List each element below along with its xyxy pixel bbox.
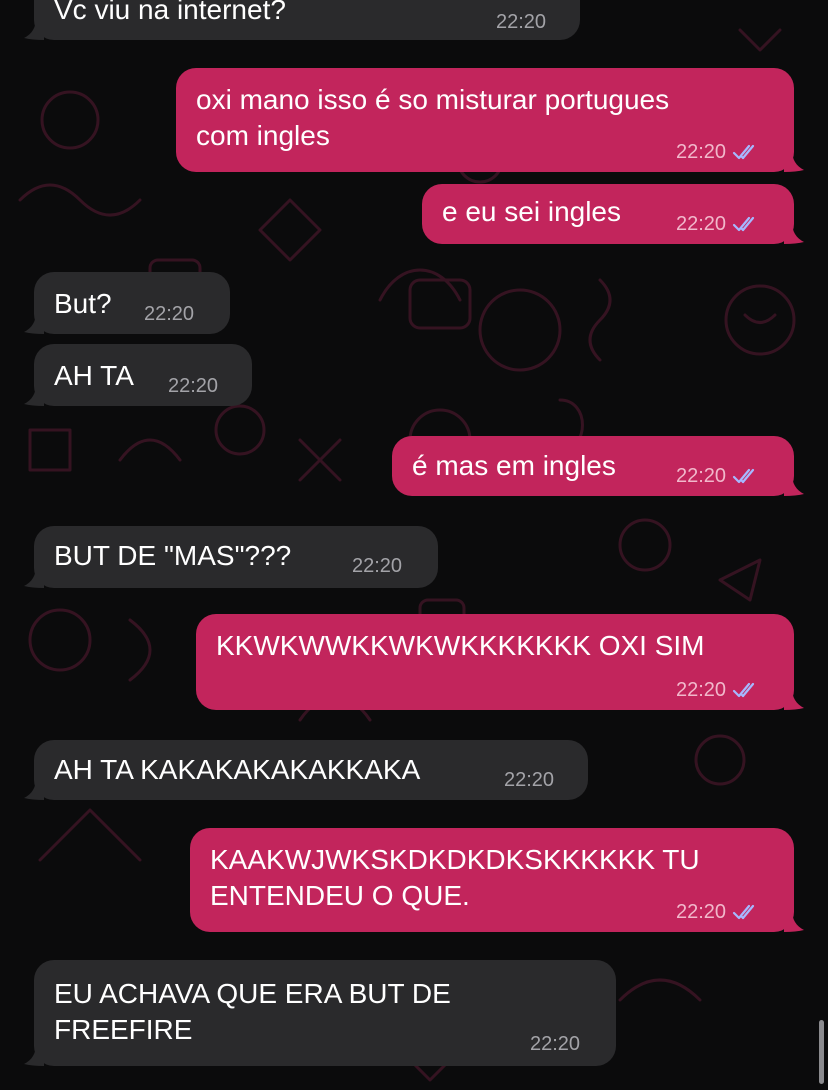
message-text-line: Vc viu na internet? [54, 0, 286, 25]
message-text-line: com ingles [196, 120, 330, 151]
message-meta: 22:20 [352, 554, 402, 578]
bubble-tail [784, 688, 804, 710]
bubble-tail [24, 1044, 44, 1066]
message-text: Vc viu na internet? [54, 0, 286, 28]
incoming-message-bubble[interactable]: AH TA 22:20 [24, 344, 252, 406]
message-timestamp: 22:20 [676, 901, 727, 923]
message-text: KAAKWJWKSKDKDKDKSKKKKKK TU ENTENDEU O QUE… [210, 842, 700, 914]
message-text: AH TA [54, 358, 134, 394]
scrollbar[interactable] [819, 1020, 824, 1084]
chat-view[interactable]: Vc viu na internet? 22:20 oxi mano isso é … [0, 0, 828, 1090]
message-meta: 22:20 [496, 10, 546, 34]
message-meta: 22:20 [676, 140, 760, 164]
bubble-tail [24, 384, 44, 406]
bubble-tail [784, 910, 804, 932]
outgoing-message-bubble[interactable]: e eu sei ingles 22:20 [422, 184, 804, 244]
message-text-line: e eu sei ingles [442, 196, 622, 227]
message-text-line: AH TA [54, 360, 134, 391]
message-text-line: BUT DE "MAS"??? [54, 540, 292, 571]
incoming-message-bubble[interactable]: EU ACHAVA QUE ERA BUT DE FREEFIRE 22:20 [24, 960, 616, 1066]
message-text-line: KKWKWWKKWKWKKKKKKK OXI SIM [216, 630, 705, 661]
bubble-tail [784, 474, 804, 496]
outgoing-message-bubble[interactable]: KKWKWWKKWKWKKKKKKK OXI SIM 22:20 [196, 614, 804, 710]
double-check-icon [732, 682, 755, 698]
message-text-line: ENTENDEU O QUE. [210, 880, 470, 911]
message-meta: 22:20 [504, 768, 554, 792]
bubble-tail [784, 150, 804, 172]
message-text: oxi mano isso é so misturar portugues com… [196, 82, 669, 154]
message-text: EU ACHAVA QUE ERA BUT DE FREEFIRE [54, 976, 451, 1048]
outgoing-message-bubble[interactable]: é mas em ingles 22:20 [392, 436, 804, 496]
message-timestamp: 22:20 [168, 375, 219, 397]
message-text-line: EU ACHAVA QUE ERA BUT DE [54, 978, 451, 1009]
bubble-tail [784, 222, 804, 244]
outgoing-message-bubble[interactable]: oxi mano isso é so misturar portugues com… [176, 68, 804, 172]
message-timestamp: 22:20 [676, 679, 727, 701]
message-text-line: é mas em ingles [412, 450, 616, 481]
message-meta: 22:20 [676, 678, 760, 702]
message-text: AH TA KAKAKAKAKAKKAKA [54, 752, 420, 788]
double-check-icon [732, 144, 755, 160]
message-timestamp: 22:20 [504, 769, 555, 791]
incoming-message-bubble[interactable]: BUT DE "MAS"??? 22:20 [24, 526, 438, 588]
message-meta: 22:20 [676, 900, 760, 924]
bubble-tail [24, 312, 44, 334]
message-meta: 22:20 [530, 1032, 580, 1056]
message-text: KKWKWWKKWKWKKKKKKK OXI SIM [216, 628, 705, 664]
message-text: But? [54, 286, 112, 322]
message-meta: 22:20 [144, 302, 194, 326]
double-check-icon [732, 216, 755, 232]
incoming-message-bubble[interactable]: But? 22:20 [24, 272, 230, 334]
bubble-tail [24, 18, 44, 40]
outgoing-message-bubble[interactable]: KAAKWJWKSKDKDKDKSKKKKKK TU ENTENDEU O QUE… [190, 828, 804, 932]
bubble-tail [24, 566, 44, 588]
double-check-icon [732, 468, 755, 484]
message-meta: 22:20 [168, 374, 218, 398]
message-timestamp: 22:20 [352, 555, 403, 577]
message-text-line: KAAKWJWKSKDKDKDKSKKKKKK TU [210, 844, 700, 875]
bubble-tail [24, 778, 44, 800]
message-timestamp: 22:20 [676, 213, 727, 235]
message-text-line: FREEFIRE [54, 1014, 193, 1045]
incoming-message-bubble[interactable]: AH TA KAKAKAKAKAKKAKA 22:20 [24, 740, 588, 800]
message-meta: 22:20 [676, 464, 760, 488]
message-timestamp: 22:20 [530, 1033, 581, 1055]
message-meta: 22:20 [676, 212, 760, 236]
double-check-icon [732, 904, 755, 920]
message-timestamp: 22:20 [676, 141, 727, 163]
message-timestamp: 22:20 [496, 11, 547, 33]
message-timestamp: 22:20 [144, 303, 195, 325]
incoming-message-bubble[interactable]: Vc viu na internet? 22:20 [24, 0, 580, 40]
message-text-line: oxi mano isso é so misturar portugues [196, 84, 670, 115]
message-text-line: AH TA KAKAKAKAKAKKAKA [54, 754, 421, 785]
message-timestamp: 22:20 [676, 465, 727, 487]
message-text-line: But? [54, 288, 112, 319]
message-text: e eu sei ingles [442, 194, 621, 230]
message-text: BUT DE "MAS"??? [54, 538, 291, 574]
message-text: é mas em ingles [412, 448, 616, 484]
